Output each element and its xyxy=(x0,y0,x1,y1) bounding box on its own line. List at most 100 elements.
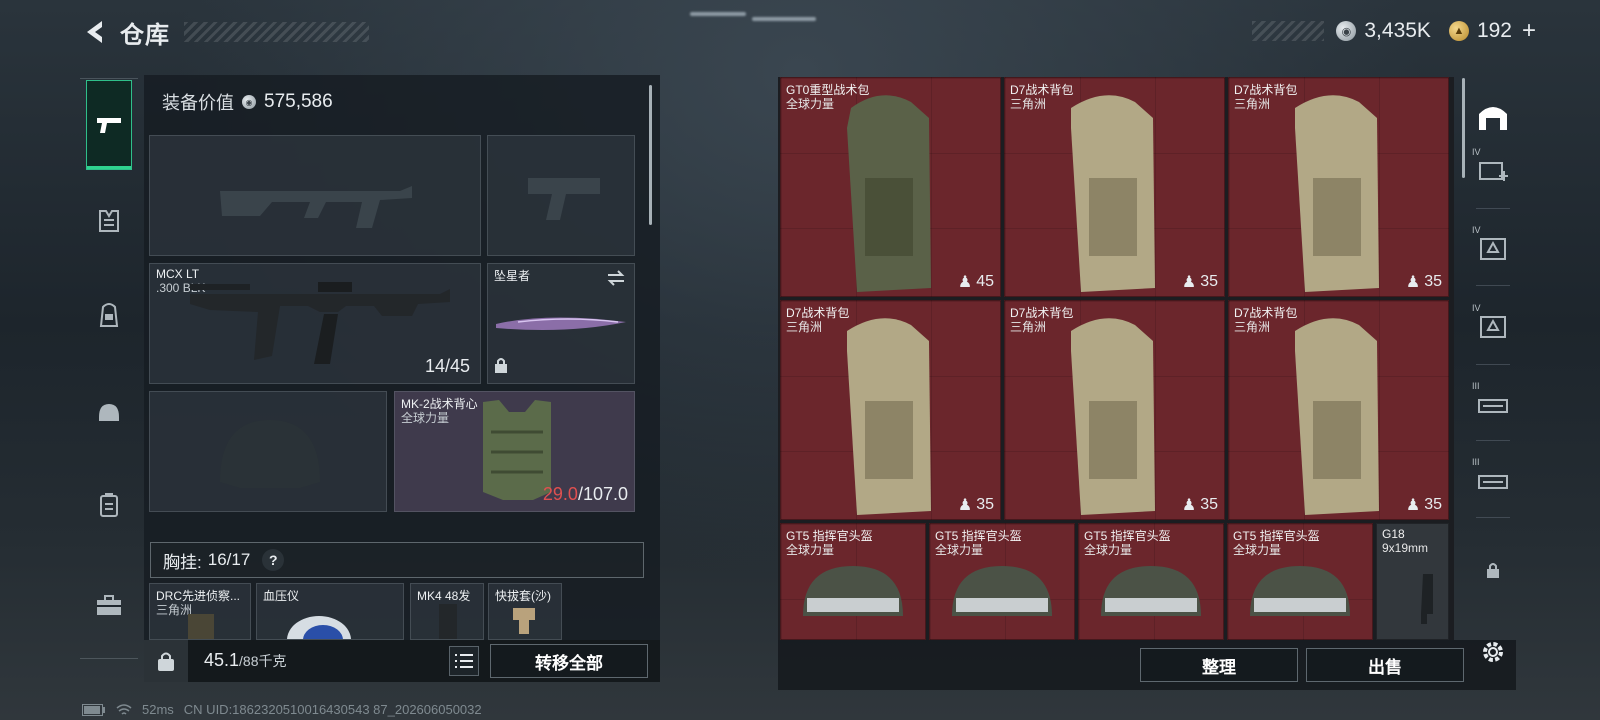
list-icon xyxy=(455,654,473,668)
back-button[interactable] xyxy=(80,17,110,47)
item-capacity: ♟ 35 xyxy=(1182,495,1218,515)
capacity-icon: ♟ xyxy=(957,274,973,291)
device-image xyxy=(188,614,214,639)
locked-tab[interactable] xyxy=(1472,549,1514,591)
pistol-silhouette-icon xyxy=(528,178,600,220)
rig-item[interactable]: MK4 48发 xyxy=(410,583,484,640)
tier-label: IV xyxy=(1472,303,1481,313)
capacity-value: 45 xyxy=(976,273,994,290)
stash-home-icon xyxy=(1479,107,1507,130)
helmet-image xyxy=(1101,566,1201,616)
nav-helmet[interactable] xyxy=(88,392,130,434)
capacity-icon: ♟ xyxy=(1181,274,1197,291)
rifle-silhouette-icon xyxy=(220,186,412,228)
pistol-slot[interactable] xyxy=(487,135,635,256)
rig-item[interactable]: 血压仪 xyxy=(256,583,404,640)
page-title: 仓库 xyxy=(120,21,170,49)
armor-slot[interactable]: MK-2战术背心 全球力量 29.0/107.0 xyxy=(394,391,635,512)
stash-item[interactable]: GT0重型战术包 全球力量 ♟ 45 xyxy=(780,77,1001,297)
nav-toolbox[interactable] xyxy=(88,584,130,626)
gear-icon xyxy=(1483,642,1503,662)
capacity-icon: ♟ xyxy=(957,497,973,514)
item-capacity: ♟ 35 xyxy=(1182,272,1218,292)
backpack-image xyxy=(847,95,931,292)
stash-item[interactable]: D7战术背包 三角洲 ♟ 35 xyxy=(1228,300,1449,520)
rig-item[interactable]: DRC先进侦察... 三角洲 xyxy=(149,583,251,640)
stash-item[interactable]: D7战术背包 三角洲 ♟ 35 xyxy=(1004,77,1225,297)
tier-label: IV xyxy=(1472,147,1481,157)
crate-icon xyxy=(1480,238,1506,260)
capacity-icon: ♟ xyxy=(1405,274,1421,291)
capacity-value: 35 xyxy=(976,496,994,513)
toolbox-icon xyxy=(97,595,121,615)
lock-button[interactable] xyxy=(144,640,188,682)
add-currency-button[interactable]: + xyxy=(1522,17,1536,45)
transfer-all-button[interactable]: 转移全部 xyxy=(490,644,648,678)
blood-pressure-monitor-image xyxy=(287,616,351,639)
chest-rig-icon xyxy=(99,210,119,232)
nav-chest-rig[interactable] xyxy=(88,200,130,242)
stash-item[interactable]: GT5 指挥官头盔 全球力量 xyxy=(1227,523,1373,640)
list-view-button[interactable] xyxy=(449,646,479,676)
helmet-slot[interactable] xyxy=(149,391,387,512)
stash-tab-tier-iii-a[interactable]: III xyxy=(1472,381,1514,425)
durability-current: 29.0 xyxy=(542,484,578,504)
stash-item[interactable]: G18 9x19mm xyxy=(1376,523,1449,640)
primary-weapon-slot[interactable]: MCX LT .300 BLK 14/45 xyxy=(149,263,481,384)
side-divider xyxy=(1476,208,1510,209)
premium-amount: 192 xyxy=(1476,19,1512,42)
carry-weight: 45.1/88千克 xyxy=(204,650,287,671)
weapon-ammo-count: 14/45 xyxy=(424,356,470,376)
nav-backpack[interactable] xyxy=(88,294,130,336)
backpack-image xyxy=(1295,95,1379,292)
stash-tab-tier-iv-b[interactable]: IV xyxy=(1472,303,1514,347)
weight-current: 45.1 xyxy=(204,650,240,670)
battery-icon xyxy=(82,703,105,716)
medkit-icon xyxy=(1479,162,1508,181)
stash-item[interactable]: GT5 指挥官头盔 全球力量 xyxy=(780,523,926,640)
nav-weapons[interactable] xyxy=(86,80,132,170)
knife-image xyxy=(496,317,626,330)
stash-tab-all[interactable] xyxy=(1472,95,1514,137)
weapon-case-icon xyxy=(1478,399,1508,413)
pistol-image xyxy=(1421,574,1433,624)
capacity-value: 35 xyxy=(1200,496,1218,513)
chest-rig-bar: 胸挂: 16/17 ? xyxy=(150,542,644,578)
stash-tab-tier-iii-b[interactable]: III xyxy=(1472,457,1514,501)
equipment-scrollbar[interactable] xyxy=(649,85,652,225)
stash-tab-medical[interactable]: IV xyxy=(1472,147,1514,191)
sell-button[interactable]: 出售 xyxy=(1306,648,1464,682)
tier-label: III xyxy=(1472,457,1480,467)
capacity-value: 35 xyxy=(1200,273,1218,290)
stash-item[interactable]: D7战术背包 三角洲 ♟ 35 xyxy=(780,300,1001,520)
secondary-weapon-slot[interactable] xyxy=(149,135,481,256)
helmet-silhouette-icon xyxy=(220,420,320,488)
coin-icon: ◉ xyxy=(1336,21,1357,41)
nav-armor[interactable] xyxy=(88,484,130,526)
durability-max: /107.0 xyxy=(577,484,628,504)
backpack-image xyxy=(1071,95,1155,292)
stash-item[interactable]: D7战术背包 三角洲 ♟ 35 xyxy=(1004,300,1225,520)
equipment-panel: 装备价值 ◉ 575,586 MCX LT .300 BLK 14/45 坠星者 xyxy=(144,75,660,640)
equipment-value-label: 装备价值 xyxy=(162,93,234,113)
pistol-icon xyxy=(97,118,121,133)
helmet-image xyxy=(1250,566,1350,616)
holster-image xyxy=(513,608,535,634)
stash-item[interactable]: GT5 指挥官头盔 全球力量 xyxy=(929,523,1075,640)
stash-item[interactable]: D7战术背包 三角洲 ♟ 35 xyxy=(1228,77,1449,297)
settings-button[interactable] xyxy=(1476,635,1510,669)
nav-top-line xyxy=(80,78,138,79)
item-capacity: ♟ 35 xyxy=(958,495,994,515)
stash-item[interactable]: GT5 指挥官头盔 全球力量 xyxy=(1078,523,1224,640)
rig-item[interactable]: 快拔套(沙) xyxy=(488,583,562,640)
stash-tab-tier-iv-a[interactable]: IV xyxy=(1472,225,1514,269)
melee-slot[interactable]: 坠星者 xyxy=(487,263,635,384)
armor-durability: 29.0/107.0 xyxy=(543,484,628,505)
inventory-footer: 45.1/88千克 转移全部 xyxy=(144,640,660,682)
chest-rig-label: 胸挂: xyxy=(163,552,202,572)
help-button[interactable]: ? xyxy=(262,549,285,571)
nav-bottom-line xyxy=(80,658,138,659)
sort-button[interactable]: 整理 xyxy=(1140,648,1298,682)
side-divider xyxy=(1476,440,1510,441)
helmet-image xyxy=(952,566,1052,616)
